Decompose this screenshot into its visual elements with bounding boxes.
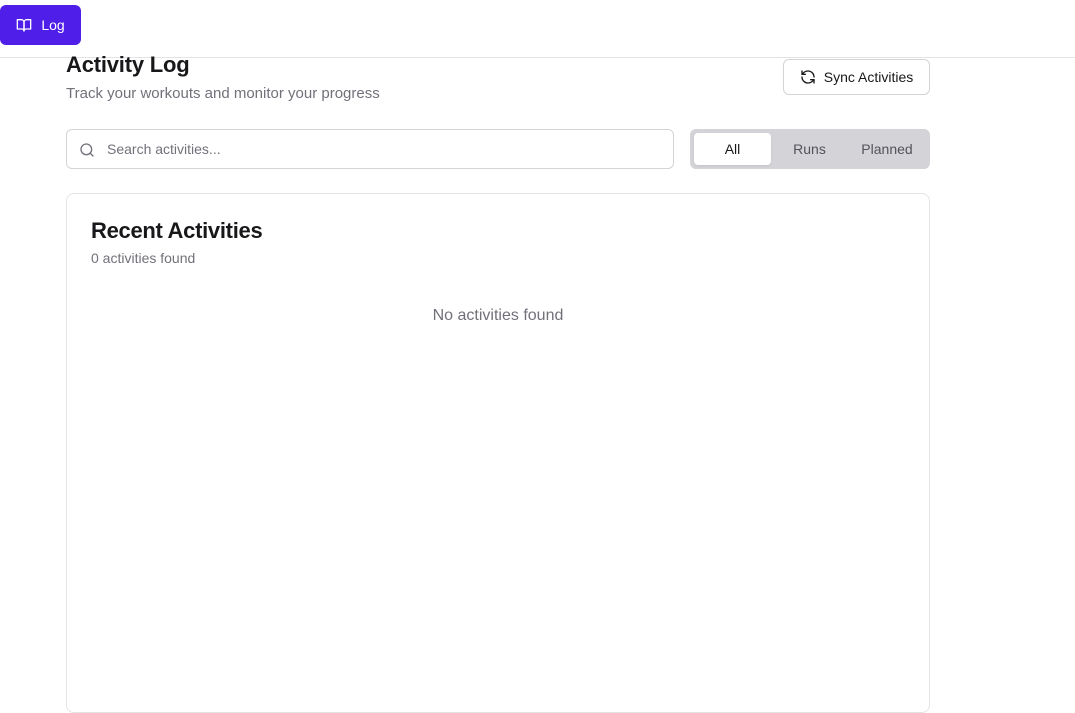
page-subtitle: Track your workouts and monitor your pro… [66, 85, 380, 102]
search-icon [80, 143, 94, 157]
page-title: Activity Log [66, 52, 190, 77]
tab-runs[interactable]: Runs [771, 133, 848, 165]
activity-filter-tabs: All Runs Planned [690, 129, 930, 169]
nav-log-label: Log [41, 17, 65, 33]
refresh-icon [801, 70, 815, 84]
tab-planned[interactable]: Planned [848, 133, 926, 165]
search-box [66, 129, 674, 169]
sync-activities-label: Sync Activities [823, 69, 914, 85]
tab-all[interactable]: All [694, 133, 771, 165]
activities-count: 0 activities found [91, 250, 196, 266]
empty-state-message: No activities found [432, 307, 564, 324]
recent-activities-title: Recent Activities [91, 218, 263, 243]
nav-log-button[interactable]: Log [0, 5, 81, 45]
sync-activities-button[interactable]: Sync Activities [783, 59, 930, 95]
recent-activities-card: Recent Activities 0 activities found No … [66, 193, 930, 713]
book-open-icon [16, 19, 32, 32]
top-nav-bar: Log [0, 0, 1075, 58]
search-input[interactable] [107, 130, 667, 168]
